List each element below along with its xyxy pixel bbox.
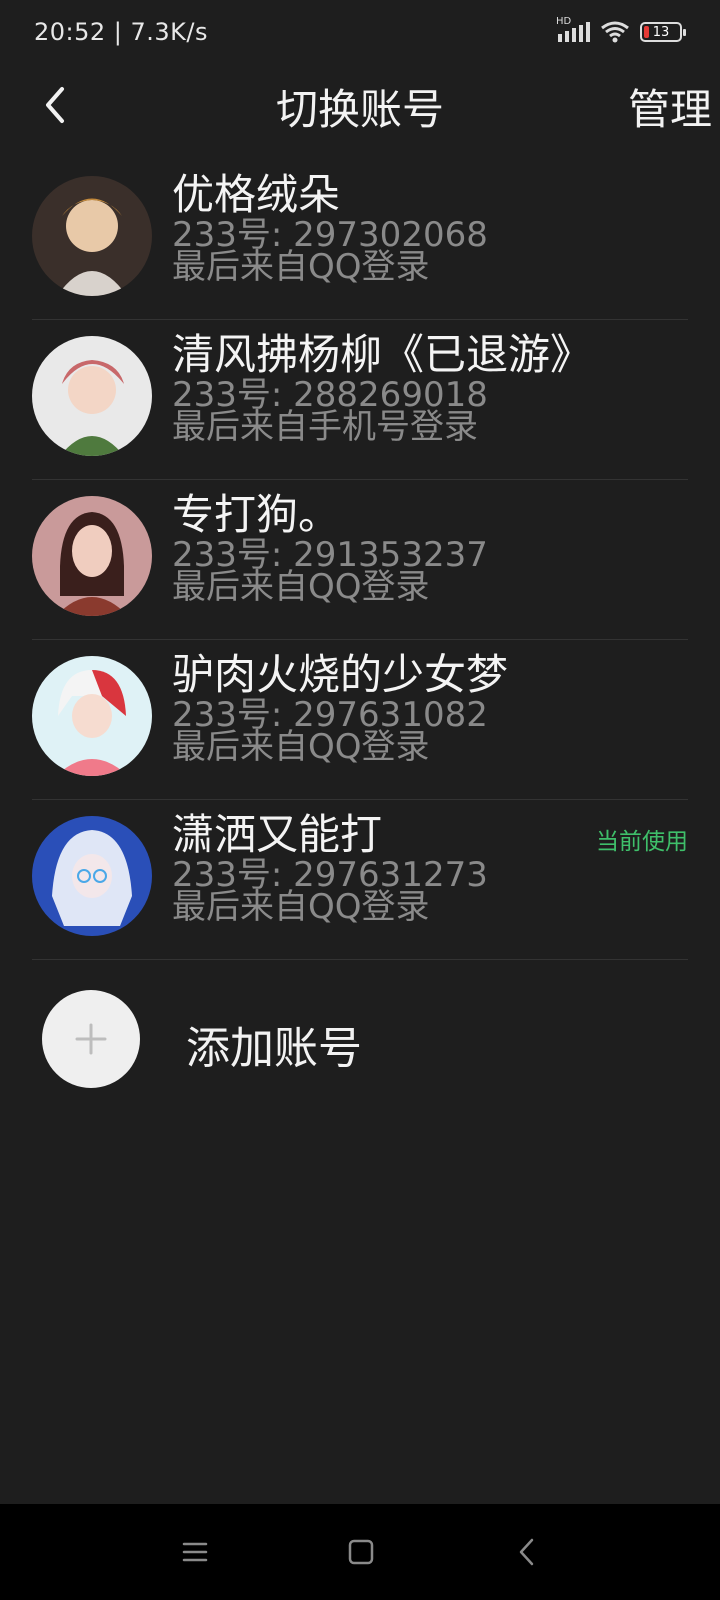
current-account-badge: 当前使用 (596, 829, 688, 855)
account-item[interactable]: 潇洒又能打 233号: 297631273 最后来自QQ登录 当前使用 (32, 800, 688, 960)
account-login-source: 最后来自QQ登录 (172, 247, 430, 287)
system-nav-bar (0, 1504, 720, 1600)
page-title: 切换账号 (275, 85, 444, 134)
menu-button[interactable] (175, 1532, 215, 1572)
add-account-label: 添加账号 (186, 1023, 362, 1074)
account-login-source: 最后来自QQ登录 (172, 887, 430, 927)
menu-icon (182, 1542, 208, 1562)
plus-icon (75, 1023, 107, 1055)
account-login-source: 最后来自手机号登录 (172, 407, 478, 447)
manage-button[interactable]: 管理 (628, 76, 712, 137)
network-badge: HD (556, 16, 572, 27)
account-item[interactable]: 优格绒朵 233号: 297302068 最后来自QQ登录 (32, 160, 688, 320)
account-item[interactable]: 驴肉火烧的少女梦 233号: 297631082 最后来自QQ登录 (32, 640, 688, 800)
status-icons: HD 13 (556, 16, 686, 44)
account-list: 优格绒朵 233号: 297302068 最后来自QQ登录 清风拂杨柳《已退游》… (32, 160, 688, 960)
battery-icon: 13 (640, 22, 686, 42)
account-name: 驴肉火烧的少女梦 (172, 650, 509, 699)
account-login-source: 最后来自QQ登录 (172, 727, 430, 767)
account-name: 潇洒又能打 (172, 810, 383, 859)
status-bar: 20:52 | 7.3K/s HD 13 (0, 0, 720, 70)
avatar (32, 656, 152, 776)
account-name: 优格绒朵 (172, 170, 341, 219)
account-name: 专打狗。 (172, 490, 341, 539)
avatar (32, 816, 152, 936)
wifi-icon (600, 20, 630, 44)
avatar (32, 336, 152, 456)
header: 切换账号 管理 (0, 70, 720, 140)
account-login-source: 最后来自QQ登录 (172, 567, 430, 607)
avatar (32, 176, 152, 296)
account-item[interactable]: 专打狗。 233号: 291353237 最后来自QQ登录 (32, 480, 688, 640)
account-item[interactable]: 清风拂杨柳《已退游》 233号: 288269018 最后来自手机号登录 (32, 320, 688, 480)
home-square-icon (348, 1539, 374, 1565)
battery-fill (644, 26, 649, 38)
nav-back-button[interactable] (507, 1532, 547, 1572)
add-circle (42, 990, 140, 1088)
status-time-speed: 20:52 | 7.3K/s (34, 18, 209, 46)
add-account-button[interactable]: 添加账号 (42, 990, 642, 1090)
avatar (32, 496, 152, 616)
signal-icon: HD (556, 16, 590, 44)
battery-level: 13 (652, 24, 670, 40)
chevron-left-icon (519, 1538, 534, 1566)
account-name: 清风拂杨柳《已退游》 (172, 330, 593, 379)
home-button[interactable] (341, 1532, 381, 1572)
